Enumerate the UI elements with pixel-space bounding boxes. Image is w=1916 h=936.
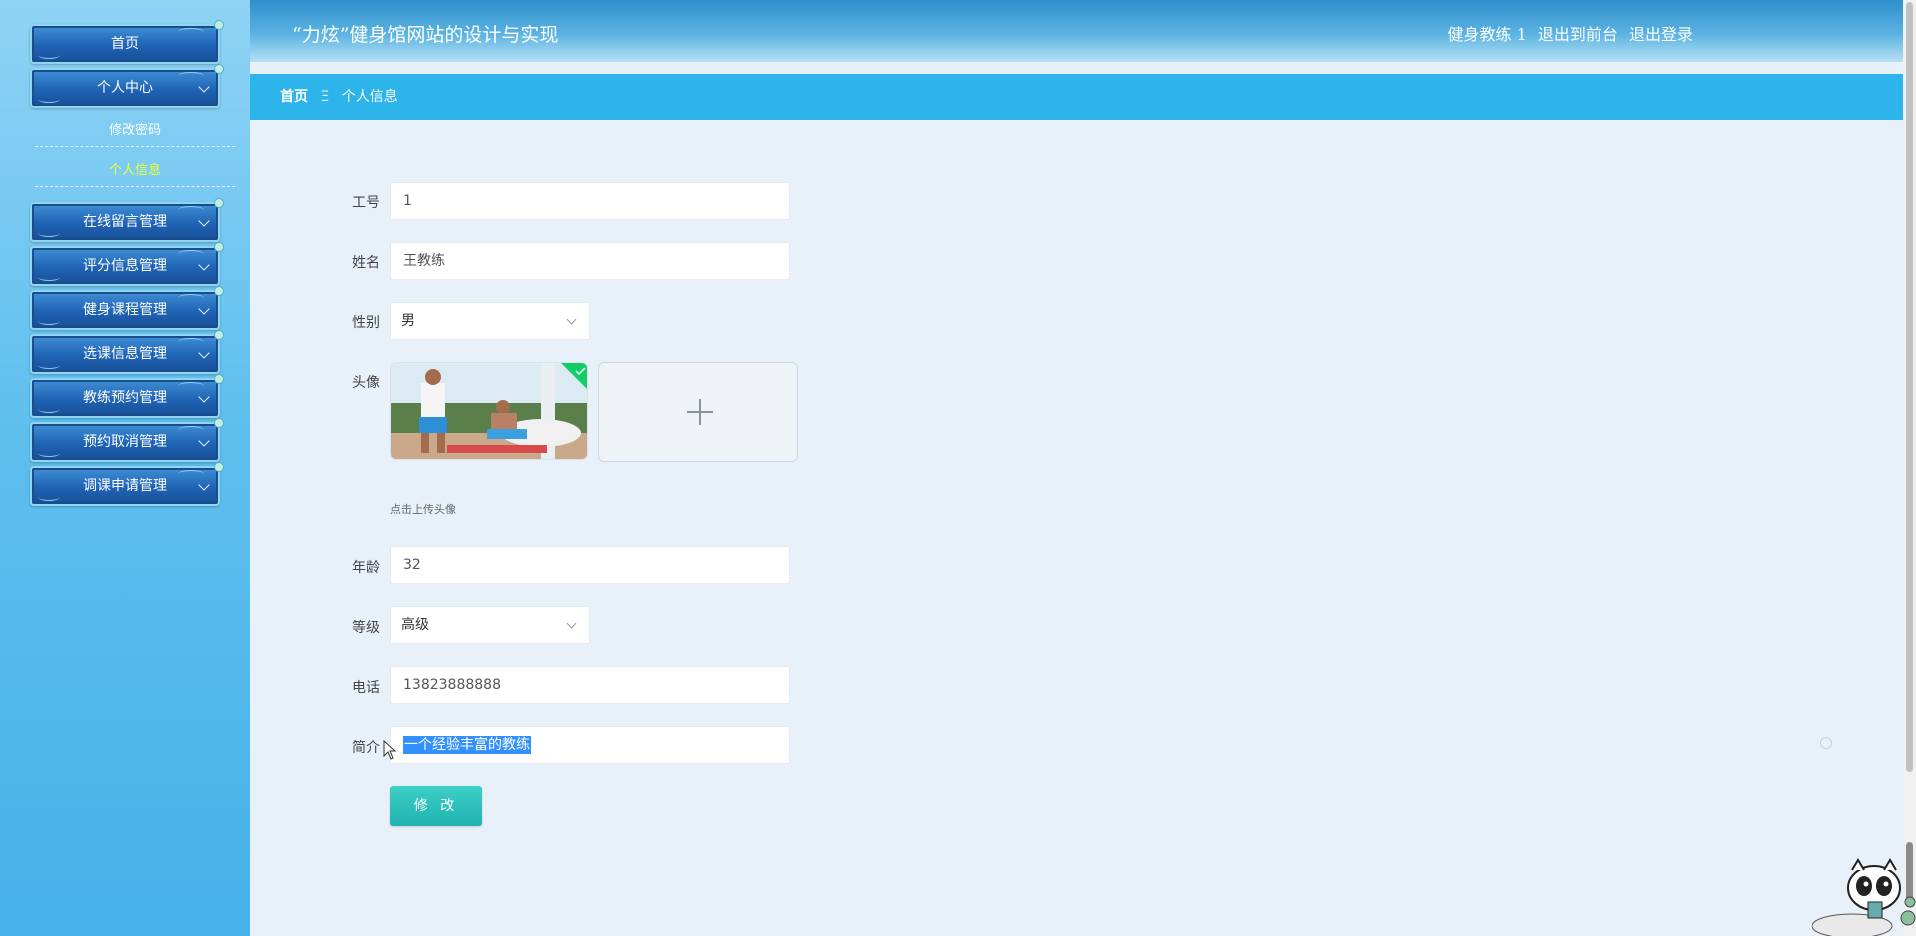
ornament-icon (38, 317, 60, 325)
avatar-image[interactable] (390, 362, 588, 460)
chevron-down-icon (198, 347, 210, 359)
age-label: 年龄 (352, 560, 380, 576)
dot-icon (214, 330, 224, 340)
top-header: “力炫”健身馆网站的设计与实现 健身教练 1 退出到前台 退出登录 (250, 0, 1903, 62)
menu-label: 教练预约管理 (83, 390, 167, 406)
menu-label: 评分信息管理 (83, 258, 167, 274)
id-field[interactable]: 1 (390, 182, 790, 220)
ornament-icon (178, 382, 204, 390)
chevron-down-icon (198, 303, 210, 315)
chevron-down-icon (198, 479, 210, 491)
ornament-icon (178, 250, 204, 258)
chevron-down-icon (198, 259, 210, 271)
logout-link[interactable]: 退出登录 (1629, 25, 1693, 44)
intro-field[interactable]: 一个经验丰富的教练 (390, 726, 790, 764)
chevron-down-icon (198, 81, 210, 93)
plus-icon (699, 399, 701, 425)
ornament-icon (38, 493, 60, 501)
level-select-value: 高级 (401, 617, 429, 633)
ornament-icon (178, 426, 204, 434)
menu-coach-booking-management[interactable]: 教练预约管理 (30, 374, 224, 418)
header-user-links: 健身教练 1 退出到前台 退出登录 (1442, 21, 1694, 45)
menu-reschedule-management[interactable]: 调课申请管理 (30, 462, 224, 506)
id-label: 工号 (352, 195, 380, 211)
menu-home-label: 首页 (111, 36, 139, 52)
dot-icon (214, 286, 224, 296)
dot-icon (214, 198, 224, 208)
site-title: “力炫”健身馆网站的设计与实现 (292, 24, 559, 46)
scrollbar[interactable] (1903, 0, 1916, 936)
chevron-down-icon (566, 314, 577, 325)
submenu-change-password[interactable]: 修改密码 (35, 119, 235, 138)
chevron-down-icon (198, 215, 210, 227)
menu-message-management[interactable]: 在线留言管理 (30, 198, 224, 242)
upload-avatar-button[interactable] (598, 362, 798, 462)
ornament-icon (178, 470, 204, 478)
ornament-icon (38, 229, 60, 237)
ornament-icon (178, 28, 204, 36)
ornament-icon (38, 449, 60, 457)
chevron-down-icon (198, 435, 210, 447)
menu-label: 健身课程管理 (83, 302, 167, 318)
breadcrumb: 首页 Ξ 个人信息 (250, 74, 1903, 120)
dot-icon (214, 462, 224, 472)
level-select[interactable]: 高级 (390, 606, 590, 644)
intro-selected-text: 一个经验丰富的教练 (403, 736, 531, 754)
sidebar: 首页 个人中心 修改密码 个人信息 在线留言管理 评分信息管理 健身课程管理 选… (0, 0, 250, 936)
menu-booking-cancel-management[interactable]: 预约取消管理 (30, 418, 224, 462)
menu-label: 调课申请管理 (83, 478, 167, 494)
divider (35, 186, 235, 187)
avatar-photo (391, 363, 587, 459)
menu-home[interactable]: 首页 (30, 20, 224, 64)
divider (35, 146, 235, 147)
gender-label: 性别 (352, 315, 380, 331)
ornament-icon (38, 51, 60, 59)
current-user: 健身教练 1 (1447, 25, 1527, 44)
chevron-down-icon (566, 618, 577, 629)
dot-icon (214, 418, 224, 428)
ornament-icon (38, 95, 60, 103)
dot-icon (214, 64, 224, 74)
phone-field[interactable]: 13823888888 (390, 666, 790, 704)
name-field[interactable]: 王教练 (390, 242, 790, 280)
chevron-down-icon (198, 391, 210, 403)
avatar-label: 头像 (352, 375, 380, 391)
menu-label: 选课信息管理 (83, 346, 167, 362)
breadcrumb-home[interactable]: 首页 (280, 89, 308, 105)
ornament-icon (38, 361, 60, 369)
menu-enrollment-management[interactable]: 选课信息管理 (30, 330, 224, 374)
phone-label: 电话 (352, 680, 380, 696)
back-to-front-link[interactable]: 退出到前台 (1538, 25, 1618, 44)
ornament-icon (178, 294, 204, 302)
clear-icon[interactable] (1820, 737, 1832, 749)
dot-icon (214, 374, 224, 384)
dot-icon (214, 20, 224, 30)
menu-rating-management[interactable]: 评分信息管理 (30, 242, 224, 286)
breadcrumb-current: 个人信息 (341, 89, 398, 105)
menu-personal-center-label: 个人中心 (97, 80, 153, 96)
submenu-personal-info[interactable]: 个人信息 (35, 159, 235, 178)
ornament-icon (178, 72, 204, 80)
level-label: 等级 (352, 620, 380, 636)
mascot-icon[interactable] (1812, 858, 1916, 936)
submit-button[interactable]: 修 改 (390, 786, 482, 826)
mouse-cursor-icon (383, 740, 397, 760)
ornament-icon (38, 405, 60, 413)
ornament-icon (38, 273, 60, 281)
ornament-icon (178, 338, 204, 346)
age-field[interactable]: 32 (390, 546, 790, 584)
gender-select-value: 男 (401, 313, 415, 329)
ornament-icon (178, 206, 204, 214)
dot-icon (214, 242, 224, 252)
upload-tip: 点击上传头像 (390, 503, 456, 516)
menu-personal-center[interactable]: 个人中心 (30, 64, 224, 108)
name-label: 姓名 (352, 255, 380, 271)
menu-label: 在线留言管理 (83, 214, 167, 230)
intro-label: 简介 (352, 740, 380, 756)
scrollbar-thumb[interactable] (1906, 2, 1913, 772)
menu-label: 预约取消管理 (83, 434, 167, 450)
gender-select[interactable]: 男 (390, 302, 590, 340)
menu-course-management[interactable]: 健身课程管理 (30, 286, 224, 330)
breadcrumb-separator: Ξ (320, 89, 330, 105)
